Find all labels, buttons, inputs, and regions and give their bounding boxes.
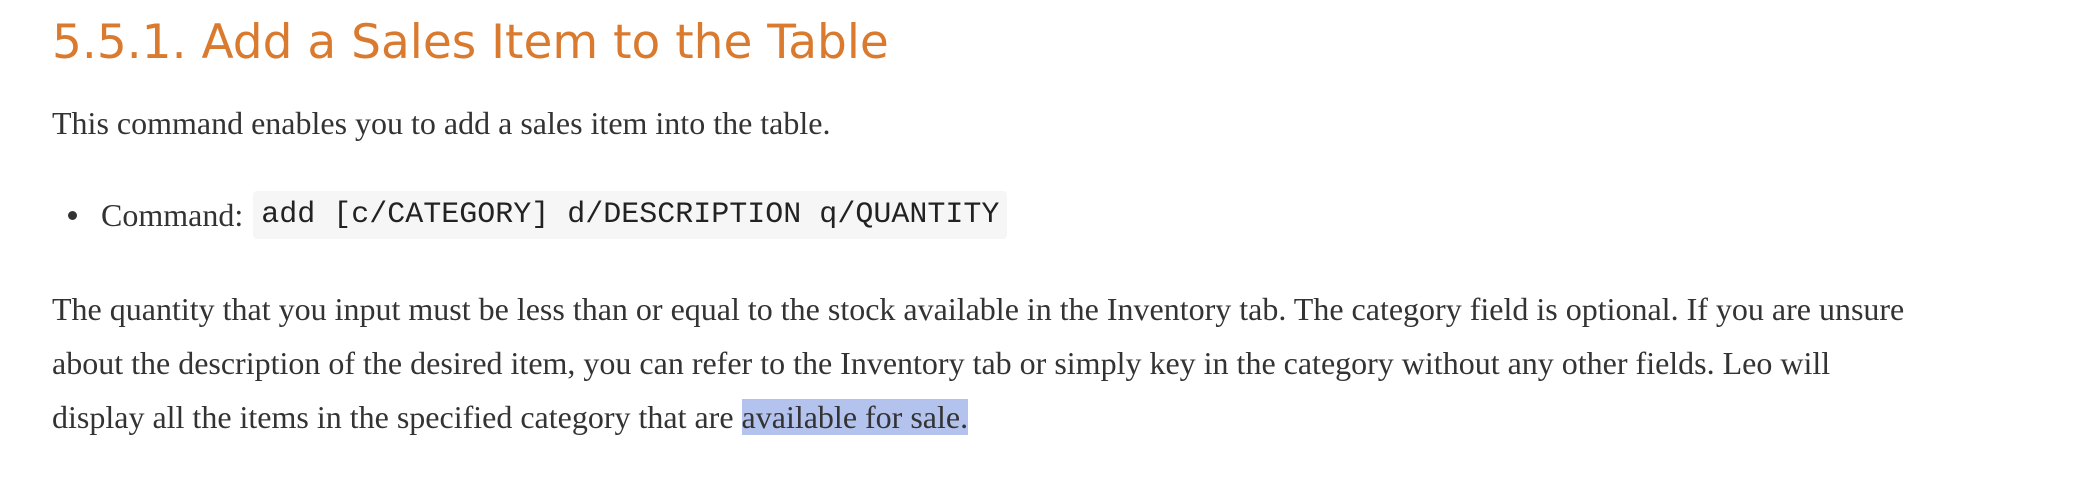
paragraph-line-3-text: display all the items in the specified c… xyxy=(52,399,742,435)
paragraph-line-2: about the description of the desired ite… xyxy=(52,345,1831,381)
section-heading: 5.5.1. Add a Sales Item to the Table xyxy=(52,15,889,70)
selected-text-highlight: available for sale. xyxy=(741,399,969,435)
command-syntax-code: add [c/CATEGORY] d/DESCRIPTION q/QUANTIT… xyxy=(253,191,1008,239)
command-list: Command: add [c/CATEGORY] d/DESCRIPTION … xyxy=(52,188,1008,242)
paragraph-line-1: The quantity that you input must be less… xyxy=(52,291,1905,327)
command-label: Command: xyxy=(101,197,244,233)
highlighted-text: available for sale xyxy=(741,399,961,435)
intro-text: This command enables you to add a sales … xyxy=(52,105,831,141)
description-paragraph: The quantity that you input must be less… xyxy=(52,282,2042,444)
paragraph-line-3: display all the items in the specified c… xyxy=(52,390,2042,444)
command-list-item: Command: add [c/CATEGORY] d/DESCRIPTION … xyxy=(52,188,1008,242)
document-section: 5.5.1. Add a Sales Item to the Table Thi… xyxy=(0,0,2094,492)
bullet-icon xyxy=(68,210,77,220)
trailing-period: . xyxy=(960,399,969,435)
